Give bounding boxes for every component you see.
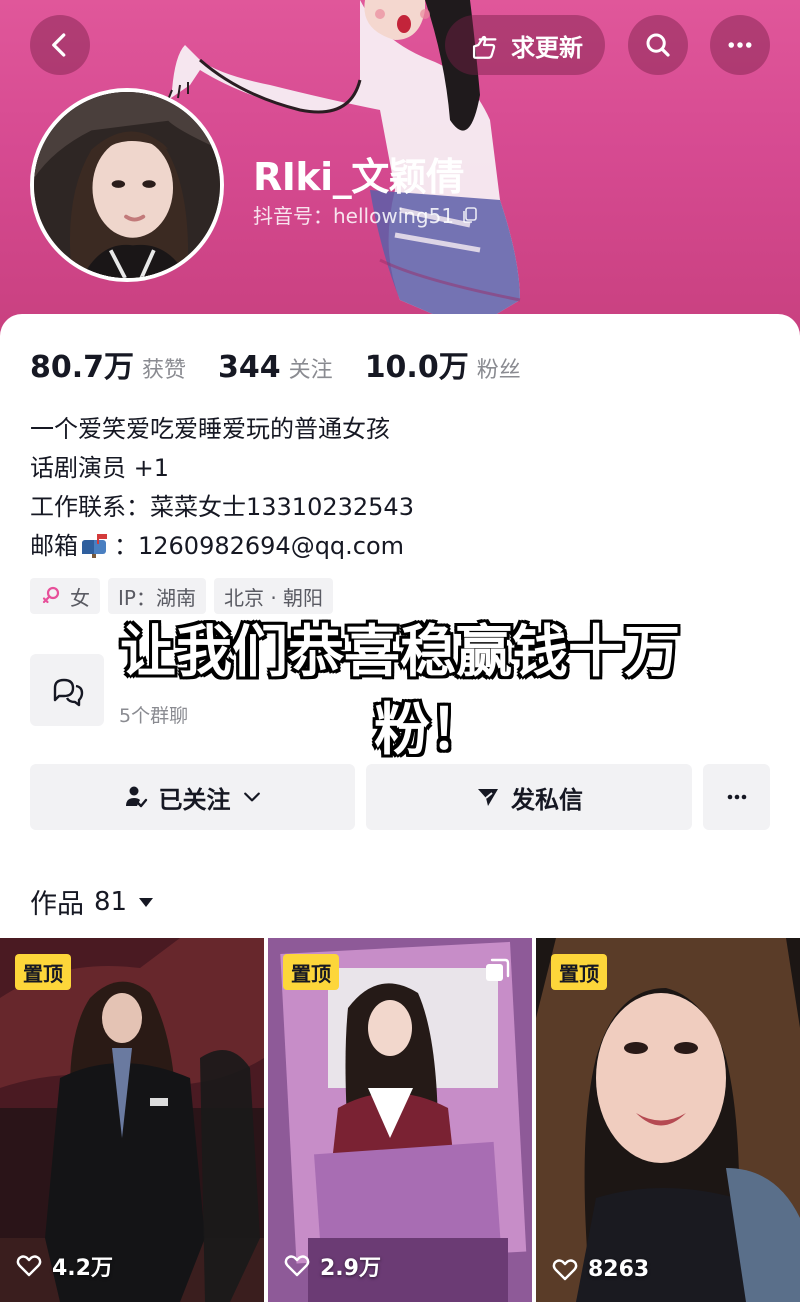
tag-gender: 女 <box>30 578 100 614</box>
video-thumbnail-image <box>0 938 264 1302</box>
send-message-label: 发私信 <box>511 785 583 814</box>
user-check-icon <box>125 786 147 808</box>
followed-label: 已关注 <box>158 785 231 814</box>
bio-line-4: 邮箱 ：1260982694@qq.com <box>30 527 414 566</box>
stat-likes-count: 80.7万 <box>30 350 135 385</box>
video-likes: 8263 <box>552 1257 649 1282</box>
video-grid: 置顶 4.2万 置顶 2.9万 置顶 8263 <box>0 938 800 1302</box>
bio-line-3: 工作联系：菜菜女士13310232543 <box>30 493 414 521</box>
profile-stats: 80.7万 获赞 344 关注 10.0万 粉丝 <box>30 342 553 386</box>
works-tab[interactable]: 作品 81 <box>30 882 155 921</box>
douyin-id-text: 抖音号：hellowing51 <box>253 204 455 228</box>
douyin-id[interactable]: 抖音号：hellowing51 <box>253 200 480 229</box>
stat-followers-label: 粉丝 <box>476 358 521 383</box>
more-actions-button[interactable] <box>703 764 770 830</box>
video-thumbnail[interactable]: 置顶 2.9万 <box>268 938 532 1302</box>
request-update-button[interactable]: 求更新 <box>445 15 605 75</box>
pinned-badge: 置顶 <box>283 954 339 990</box>
video-caption-overlay: 让我们恭喜稳赢钱十万 粉！ <box>0 614 800 770</box>
stat-likes[interactable]: 80.7万 获赞 <box>30 342 186 386</box>
bio-line-2: 话剧演员 +1 <box>30 454 170 482</box>
avatar-photo <box>34 92 220 278</box>
more-dots-icon <box>727 794 746 800</box>
send-message-button[interactable]: 发私信 <box>366 764 692 830</box>
video-likes-count: 2.9万 <box>320 1256 381 1281</box>
copy-icon[interactable] <box>460 205 480 225</box>
pinned-badge: 置顶 <box>551 954 607 990</box>
multi-image-icon <box>486 958 510 981</box>
tag-ip: IP：湖南 <box>108 578 206 614</box>
request-update-label: 求更新 <box>511 33 583 62</box>
works-tab-label: 作品 <box>30 889 84 920</box>
video-thumbnail-image <box>268 938 532 1302</box>
more-dots-icon <box>728 42 752 48</box>
profile-banner: 求更新 RIki_文颖倩 抖音号：hellowing51 <box>0 0 800 340</box>
stat-following[interactable]: 344 关注 <box>218 350 333 385</box>
chevron-left-icon <box>52 33 66 57</box>
tag-location-label: 北京 · 朝阳 <box>223 585 324 610</box>
bio-email-prefix: 邮箱 <box>30 532 78 560</box>
chevron-down-icon <box>243 792 260 802</box>
works-tab-count: 81 <box>94 886 128 917</box>
female-symbol-icon <box>42 586 60 604</box>
search-icon <box>646 33 670 57</box>
profile-nickname: RIki_文颖倩 <box>253 155 464 199</box>
video-likes-count: 8263 <box>588 1257 650 1282</box>
caption-line-2: 粉！ <box>374 698 486 763</box>
video-thumbnail[interactable]: 置顶 4.2万 <box>0 938 264 1302</box>
stat-following-count: 344 <box>218 350 281 385</box>
heart-icon <box>552 1258 578 1280</box>
followed-button[interactable]: 已关注 <box>30 764 355 830</box>
caret-down-icon <box>139 897 154 907</box>
tag-ip-label: IP：湖南 <box>118 585 196 610</box>
profile-page: 求更新 RIki_文颖倩 抖音号：hellowing51 80.7万 获赞 34… <box>0 0 800 1302</box>
mailbox-icon <box>82 534 107 558</box>
stat-likes-label: 获赞 <box>142 358 187 383</box>
more-options-button[interactable] <box>710 15 770 75</box>
back-button[interactable] <box>30 15 90 75</box>
stat-following-label: 关注 <box>288 358 333 383</box>
video-likes: 4.2万 <box>16 1250 113 1282</box>
profile-bio: 一个爱笑爱吃爱睡爱玩的普通女孩 话剧演员 +1 工作联系：菜菜女士1331023… <box>30 410 414 566</box>
video-thumbnail-image <box>536 938 800 1302</box>
stat-followers[interactable]: 10.0万 粉丝 <box>365 342 521 386</box>
bio-line-1: 一个爱笑爱吃爱睡爱玩的普通女孩 <box>30 415 390 443</box>
search-button[interactable] <box>628 15 688 75</box>
video-likes: 2.9万 <box>284 1250 381 1282</box>
bio-email-suffix: ：1260982694@qq.com <box>114 532 405 560</box>
heart-icon <box>16 1255 42 1277</box>
tag-location: 北京 · 朝阳 <box>213 578 334 614</box>
pinned-badge: 置顶 <box>15 954 71 990</box>
heart-icon <box>284 1255 310 1277</box>
profile-actions: 已关注 发私信 <box>30 764 770 830</box>
caption-line-1: 让我们恭喜稳赢钱十万 <box>120 620 680 685</box>
avatar[interactable] <box>30 88 224 282</box>
profile-tags: 女 IP：湖南 北京 · 朝阳 <box>30 578 334 614</box>
video-thumbnail[interactable]: 置顶 8263 <box>536 938 800 1302</box>
video-likes-count: 4.2万 <box>52 1256 113 1281</box>
stat-followers-count: 10.0万 <box>364 350 469 385</box>
pointing-hand-icon <box>472 35 497 59</box>
profile-card: 80.7万 获赞 344 关注 10.0万 粉丝 一个爱笑爱吃爱睡爱玩的普通女孩… <box>0 314 800 1302</box>
send-icon <box>478 789 498 806</box>
tag-gender-label: 女 <box>70 585 90 610</box>
